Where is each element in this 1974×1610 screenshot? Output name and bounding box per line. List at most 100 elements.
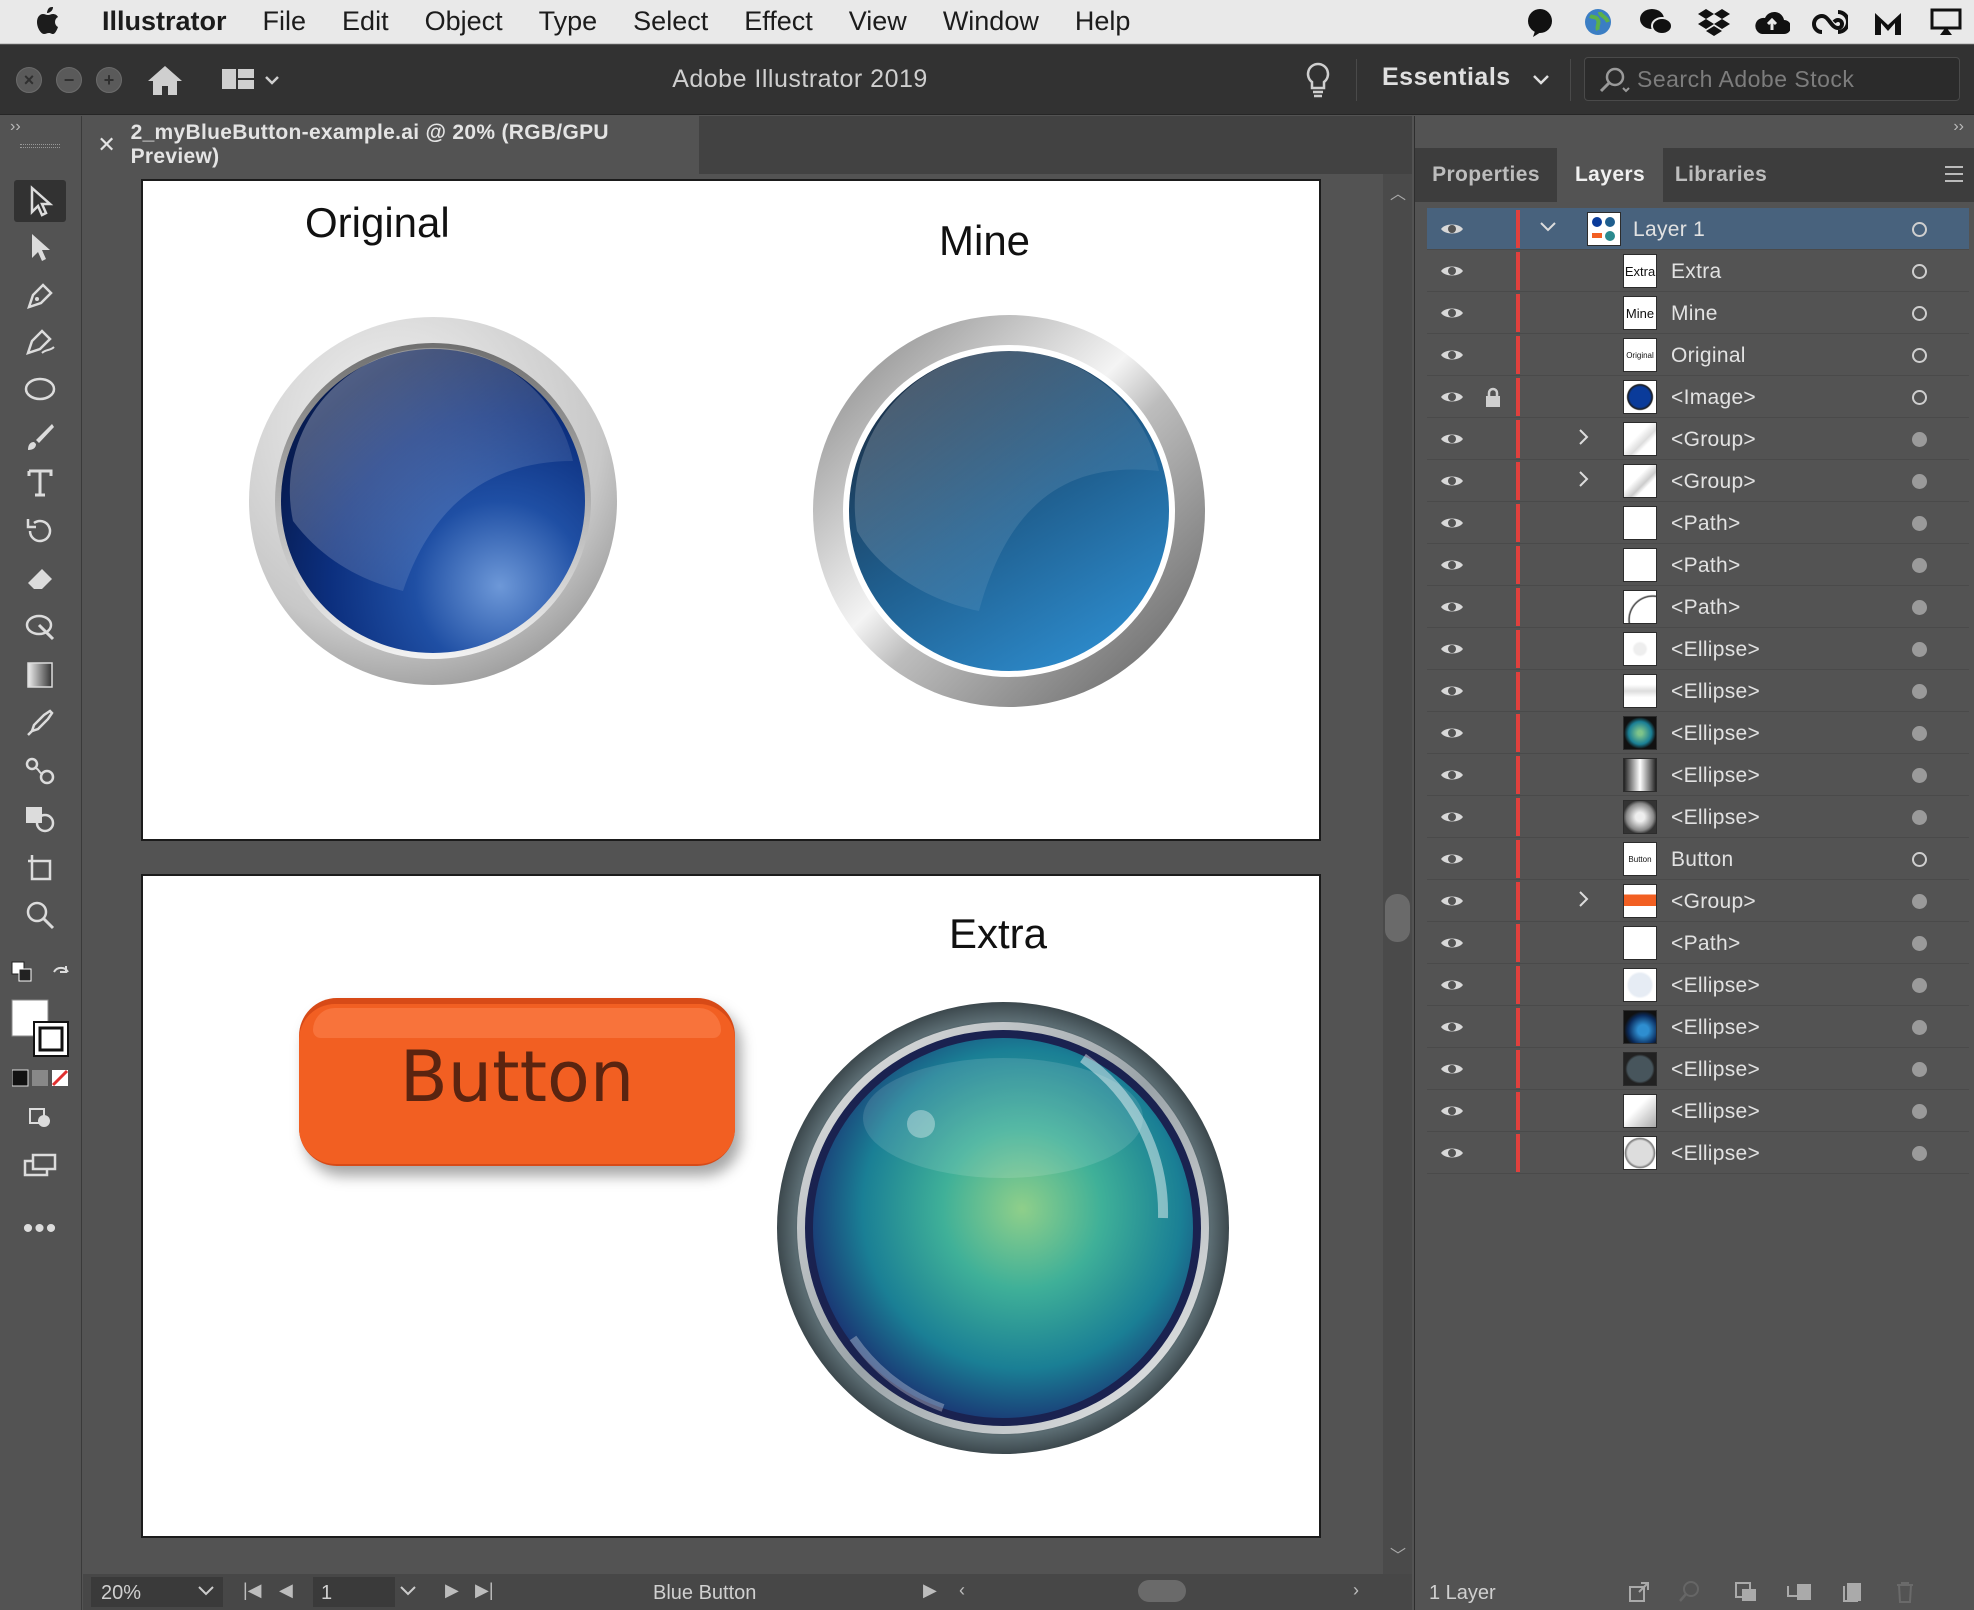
artboard-2[interactable]: Extra Button — [141, 874, 1321, 1538]
cloud-upload-icon[interactable] — [1752, 5, 1792, 39]
new-sublayer-icon[interactable] — [1785, 1580, 1815, 1610]
shape-builder-tool-icon[interactable] — [14, 798, 66, 840]
visibility-eye-icon[interactable] — [1439, 220, 1465, 244]
layer-row[interactable]: <Ellipse> — [1427, 796, 1969, 838]
menu-view[interactable]: View — [831, 6, 925, 37]
layer-row[interactable]: <Ellipse> — [1427, 712, 1969, 754]
layer-name[interactable]: <Path> — [1671, 596, 1741, 620]
collapse-dock-icon[interactable]: ›› — [1953, 118, 1964, 136]
target-indicator[interactable] — [1912, 390, 1927, 405]
target-indicator[interactable] — [1912, 222, 1927, 237]
selection-tool-icon[interactable] — [14, 180, 66, 222]
menu-help[interactable]: Help — [1057, 6, 1149, 37]
layer-row[interactable]: <Ellipse> — [1427, 1048, 1969, 1090]
clipping-mask-icon[interactable] — [1733, 1580, 1759, 1610]
layer-name[interactable]: <Path> — [1671, 554, 1741, 578]
layer-name[interactable]: <Ellipse> — [1671, 1058, 1760, 1082]
visibility-eye-icon[interactable] — [1439, 1018, 1465, 1042]
layer-row[interactable]: <Image> — [1427, 376, 1969, 418]
layer-name[interactable]: <Group> — [1671, 428, 1756, 452]
scroll-thumb[interactable] — [1385, 894, 1410, 942]
layer-name[interactable]: Original — [1671, 344, 1746, 368]
artboard-1[interactable]: Original Mine — [141, 179, 1321, 841]
layer-row[interactable]: <Ellipse> — [1427, 628, 1969, 670]
export-icon[interactable] — [1627, 1580, 1651, 1610]
target-indicator[interactable] — [1912, 1020, 1927, 1035]
canvas[interactable]: Original Mine Extra Button — [83, 174, 1383, 1574]
artboard-number-field[interactable]: 1 — [313, 1577, 395, 1607]
paintbrush-tool-icon[interactable] — [14, 416, 66, 458]
scroll-down-icon[interactable]: ﹀ — [1390, 1542, 1406, 1566]
visibility-eye-icon[interactable] — [1439, 976, 1465, 1000]
locate-object-icon[interactable] — [1677, 1580, 1701, 1610]
layer-row[interactable]: <Group> — [1427, 460, 1969, 502]
layer-row[interactable]: Extra Extra — [1427, 250, 1969, 292]
layer-row[interactable]: <Path> — [1427, 502, 1969, 544]
menu-edit[interactable]: Edit — [324, 6, 407, 37]
visibility-eye-icon[interactable] — [1439, 346, 1465, 370]
wechat-icon[interactable] — [1636, 5, 1676, 39]
next-artboard-icon[interactable]: ▶ — [445, 1580, 459, 1601]
horizontal-scroll-thumb[interactable] — [1138, 1580, 1186, 1602]
arrange-documents-icon[interactable] — [220, 65, 282, 100]
chevron-right-icon[interactable] — [1577, 428, 1591, 451]
visibility-eye-icon[interactable] — [1439, 430, 1465, 454]
tab-layers[interactable]: Layers — [1557, 148, 1663, 202]
visibility-eye-icon[interactable] — [1439, 556, 1465, 580]
target-indicator[interactable] — [1912, 306, 1927, 321]
scroll-up-icon[interactable]: ︿ — [1390, 180, 1406, 204]
layer-row[interactable]: <Ellipse> — [1427, 1132, 1969, 1174]
menu-window[interactable]: Window — [925, 6, 1057, 37]
layer-row[interactable]: <Ellipse> — [1427, 1090, 1969, 1132]
target-indicator[interactable] — [1912, 264, 1927, 279]
visibility-eye-icon[interactable] — [1439, 388, 1465, 412]
drawing-mode-icon[interactable] — [14, 1096, 66, 1138]
visibility-eye-icon[interactable] — [1439, 262, 1465, 286]
blend-tool-icon[interactable] — [14, 750, 66, 792]
visibility-eye-icon[interactable] — [1439, 934, 1465, 958]
eraser-tool-icon[interactable] — [14, 558, 66, 600]
extra-teal-button[interactable] — [773, 998, 1233, 1458]
layer-name[interactable]: <Ellipse> — [1671, 638, 1760, 662]
new-layer-icon[interactable] — [1841, 1580, 1865, 1610]
layer-name[interactable]: <Image> — [1671, 386, 1756, 410]
menu-file[interactable]: File — [245, 6, 325, 37]
menu-illustrator[interactable]: Illustrator — [96, 6, 245, 37]
layer-name[interactable]: <Ellipse> — [1671, 722, 1760, 746]
chevron-down-icon[interactable] — [1539, 218, 1557, 239]
target-indicator[interactable] — [1912, 768, 1927, 783]
collapse-panel-icon[interactable]: ›› — [10, 118, 21, 136]
eyedropper-tool-icon[interactable] — [14, 702, 66, 744]
airplay-icon[interactable] — [1926, 5, 1966, 39]
gradient-tool-icon[interactable] — [14, 654, 66, 696]
minimize-window-button[interactable]: − — [56, 67, 82, 93]
layer-row[interactable]: Original Original — [1427, 334, 1969, 376]
screen-mode-icon[interactable] — [14, 1144, 66, 1186]
home-icon[interactable] — [146, 63, 184, 102]
layer-row-layer-1[interactable]: Layer 1 — [1427, 208, 1969, 250]
artboard-tool-icon[interactable] — [14, 846, 66, 888]
default-colors-icon[interactable] — [10, 960, 34, 989]
dropbox-icon[interactable] — [1694, 5, 1734, 39]
rotate-tool-icon[interactable] — [14, 510, 66, 552]
first-artboard-icon[interactable]: |◀ — [243, 1580, 262, 1601]
color-mode-icons[interactable] — [11, 1068, 70, 1093]
visibility-eye-icon[interactable] — [1439, 1144, 1465, 1168]
visibility-eye-icon[interactable] — [1439, 766, 1465, 790]
visibility-eye-icon[interactable] — [1439, 472, 1465, 496]
target-indicator[interactable] — [1912, 1062, 1927, 1077]
layer-name[interactable]: Mine — [1671, 302, 1718, 326]
menu-select[interactable]: Select — [615, 6, 726, 37]
target-indicator[interactable] — [1912, 852, 1927, 867]
target-indicator[interactable] — [1912, 978, 1927, 993]
layer-row[interactable]: <Path> — [1427, 586, 1969, 628]
visibility-eye-icon[interactable] — [1439, 514, 1465, 538]
target-indicator[interactable] — [1912, 894, 1927, 909]
visibility-eye-icon[interactable] — [1439, 892, 1465, 916]
type-tool-icon[interactable] — [14, 462, 66, 504]
layer-name[interactable]: Layer 1 — [1633, 218, 1705, 242]
visibility-eye-icon[interactable] — [1439, 850, 1465, 874]
lightbulb-icon[interactable] — [1304, 61, 1332, 104]
close-window-button[interactable]: × — [16, 67, 42, 93]
layer-row[interactable]: <Group> — [1427, 880, 1969, 922]
